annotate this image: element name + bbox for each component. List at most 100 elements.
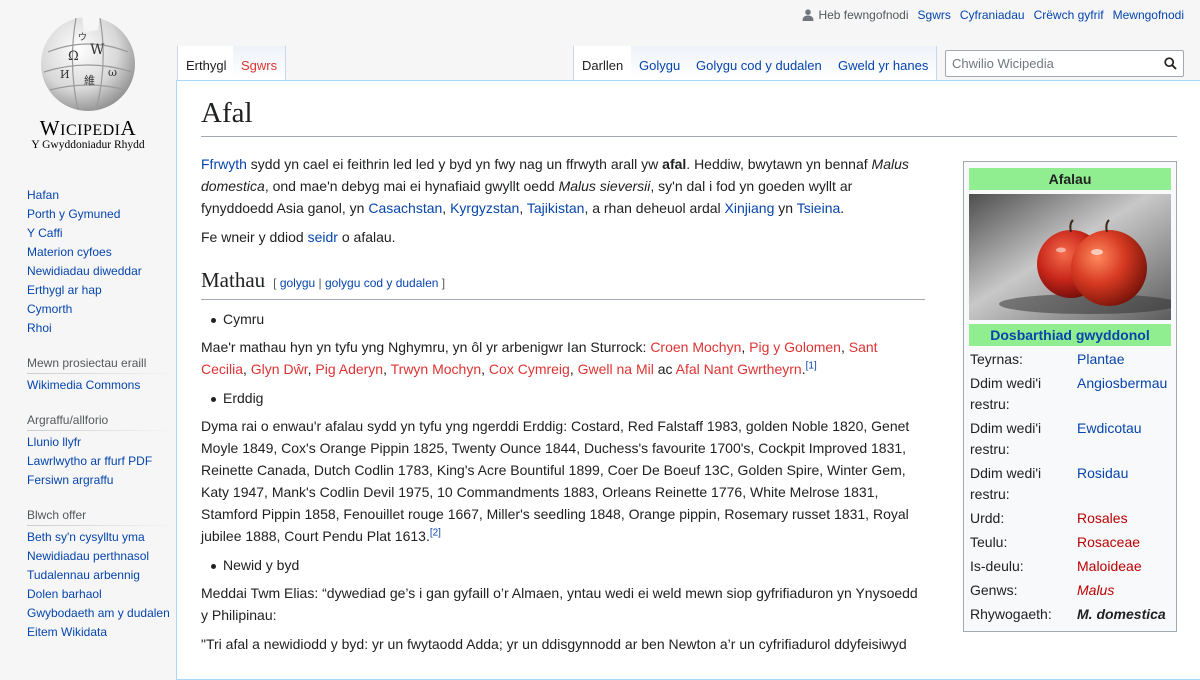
user-icon [802, 9, 814, 21]
bullet-newid: Newid y byd [211, 554, 925, 576]
infobox-row: Teulu: Rosaceae [969, 532, 1171, 553]
link-ffrwyth[interactable]: Ffrwyth [201, 156, 247, 172]
infobox-key: Ddim wedi'i restru: [970, 420, 1042, 457]
link-casachstan[interactable]: Casachstan [368, 200, 442, 216]
sidebar-item-permalink[interactable]: Dolen barhaol [27, 587, 102, 601]
infobox-row: Rhywogaeth: M. domestica [969, 604, 1171, 625]
sidebar-item-special[interactable]: Tudalennau arbennig [27, 568, 140, 582]
svg-text:維: 維 [84, 74, 95, 87]
infobox-value[interactable]: Rosidau [1077, 463, 1171, 505]
infobox-value: M. domestica [1077, 606, 1166, 622]
tab-article[interactable]: Erthygl [177, 46, 236, 80]
sidebar-item-print[interactable]: Fersiwn argraffu [27, 473, 113, 487]
link-tsieina[interactable]: Tsieina [797, 200, 841, 216]
infobox-key: Ddim wedi'i restru: [970, 375, 1042, 412]
link-kyrgyzstan[interactable]: Kyrgyzstan [450, 200, 519, 216]
infobox-value[interactable]: Rosaceae [1077, 532, 1171, 553]
projects-heading: Mewn prosiectau eraill [27, 356, 177, 374]
reference-2[interactable]: [2] [430, 527, 441, 538]
sidebar: Hafan Porth y Gymuned Y Caffi Materion c… [27, 186, 177, 642]
bullet-erddig: Erddig [211, 387, 925, 409]
link-xinjiang[interactable]: Xinjiang [725, 200, 775, 216]
link-pig-y-golomen[interactable]: Pig y Golomen [749, 339, 841, 355]
link-gwell-na-mil[interactable]: Gwell na Mil [578, 361, 654, 377]
tab-edit[interactable]: Golygu [631, 46, 690, 80]
infobox-row: Teyrnas: Plantae [969, 349, 1171, 370]
erddig-paragraph: Dyma rai o enwau'r afalau sydd yn tyfu y… [201, 418, 910, 544]
sidebar-item-book[interactable]: Llunio llyfr [27, 435, 81, 449]
infobox-key: Teulu: [970, 534, 1008, 550]
search-icon[interactable] [1164, 57, 1177, 70]
svg-text:И: И [60, 68, 70, 81]
sidebar-item-commons[interactable]: Wikimedia Commons [27, 378, 140, 392]
section-edit-source-link[interactable]: golygu cod y dudalen [325, 276, 438, 290]
sidebar-item-pageinfo[interactable]: Gwybodaeth am y dudalen [27, 606, 170, 620]
content-area: Afal Ffrwyth sydd yn cael ei feithrin le… [176, 80, 1200, 680]
user-status: Heb fewngofnodi [802, 8, 909, 22]
link-pig-aderyn[interactable]: Pig Aderyn [315, 361, 383, 377]
wordmark: WICIPEDIA [39, 116, 137, 140]
svg-text:W: W [90, 42, 105, 58]
search-input[interactable]: Chwilio Wicipedia [945, 50, 1184, 77]
search-placeholder: Chwilio Wicipedia [952, 56, 1054, 71]
section-edit-links: [ golygu | golygu cod y dudalen ] [273, 276, 446, 290]
infobox-row: Urdd: Rosales [969, 508, 1171, 529]
tab-talk[interactable]: Sgwrs [233, 46, 287, 80]
sidebar-item-hafan[interactable]: Hafan [27, 188, 59, 202]
infobox-key: Ddim wedi'i restru: [970, 465, 1042, 502]
link-afal-nant-gwrtheyrn[interactable]: Afal Nant Gwrtheyrn [676, 361, 802, 377]
sidebar-item-wikidata[interactable]: Eitem Wikidata [27, 625, 107, 639]
sidebar-item-materion[interactable]: Materion cyfoes [27, 245, 112, 259]
infobox-key: Is-deulu: [970, 558, 1024, 574]
sidebar-item-newidiadau[interactable]: Newidiadau diweddar [27, 264, 142, 278]
infobox-row: Ddim wedi'i restru: Ewdicotau [969, 418, 1171, 460]
reference-1[interactable]: [1] [806, 360, 817, 371]
infobox-row: Ddim wedi'i restru: Rosidau [969, 463, 1171, 505]
infobox-value[interactable]: Malus [1077, 580, 1171, 601]
link-seidr[interactable]: seidr [308, 229, 338, 245]
print-heading: Argraffu/allforio [27, 413, 177, 431]
infobox-value[interactable]: Ewdicotau [1077, 418, 1171, 460]
infobox-value[interactable]: Rosales [1077, 508, 1171, 529]
apple-photo-icon [969, 194, 1171, 320]
link-glyn-dwr[interactable]: Glyn Dŵr [251, 361, 308, 377]
newid-paragraph: Meddai Twm Elias: “dywediad ge’s i gan g… [201, 585, 918, 623]
sidebar-item-porth[interactable]: Porth y Gymuned [27, 207, 120, 221]
bullet-cymru: Cymru [211, 308, 925, 330]
sidebar-item-related[interactable]: Newidiadau perthnasol [27, 549, 149, 563]
infobox-value[interactable]: Plantae [1077, 349, 1171, 370]
link-croen-mochyn[interactable]: Croen Mochyn [650, 339, 741, 355]
link-cox-cymreig[interactable]: Cox Cymreig [489, 361, 570, 377]
personal-talk-link[interactable]: Sgwrs [918, 8, 951, 22]
infobox: Afalau Dosbarthiad gwyddonol Teyrnas: Pl… [963, 161, 1177, 632]
tab-edit-source[interactable]: Golygu cod y dudalen [688, 46, 831, 80]
link-tajikistan[interactable]: Tajikistan [527, 200, 585, 216]
sidebar-item-whatlinks[interactable]: Beth sy'n cysylltu yma [27, 530, 145, 544]
wikipedia-logo[interactable]: Ω W И 維 ω ウ WICIPEDIA Y Gwyddoniadur Rhy… [0, 0, 176, 160]
sidebar-item-random[interactable]: Erthygl ar hap [27, 283, 102, 297]
infobox-key: Urdd: [970, 510, 1005, 526]
cider-paragraph: Fe wneir y ddiod seidr o afalau. [201, 229, 396, 245]
tab-history[interactable]: Gweld yr hanes [830, 46, 938, 80]
svg-text:ウ: ウ [78, 32, 87, 43]
contributions-link[interactable]: Cyfraniadau [960, 8, 1025, 22]
infobox-key: Rhywogaeth: [970, 606, 1052, 622]
sidebar-item-donate[interactable]: Rhoi [27, 321, 52, 335]
infobox-classification-header[interactable]: Dosbarthiad gwyddonol [969, 324, 1171, 346]
create-account-link[interactable]: Crëwch gyfrif [1034, 8, 1104, 22]
personal-tools: Heb fewngofnodi Sgwrs Cyfraniadau Crëwch… [802, 8, 1184, 22]
page-title: Afal [201, 97, 1177, 137]
puzzle-globe-icon: Ω W И 維 ω ウ [41, 16, 135, 111]
link-trwyn-mochyn[interactable]: Trwyn Mochyn [391, 361, 482, 377]
tools-heading: Blwch offer [27, 508, 177, 526]
infobox-value[interactable]: Angiosbermau [1077, 373, 1171, 415]
apple-image[interactable] [969, 194, 1171, 320]
login-link[interactable]: Mewngofnodi [1113, 8, 1184, 22]
tab-read[interactable]: Darllen [573, 46, 633, 80]
infobox-value[interactable]: Maloideae [1077, 556, 1171, 577]
section-edit-link[interactable]: golygu [280, 276, 315, 290]
sidebar-item-help[interactable]: Cymorth [27, 302, 72, 316]
infobox-row: Genws: Malus [969, 580, 1171, 601]
sidebar-item-pdf[interactable]: Lawrlwytho ar ffurf PDF [27, 454, 152, 468]
sidebar-item-caffi[interactable]: Y Caffi [27, 226, 63, 240]
